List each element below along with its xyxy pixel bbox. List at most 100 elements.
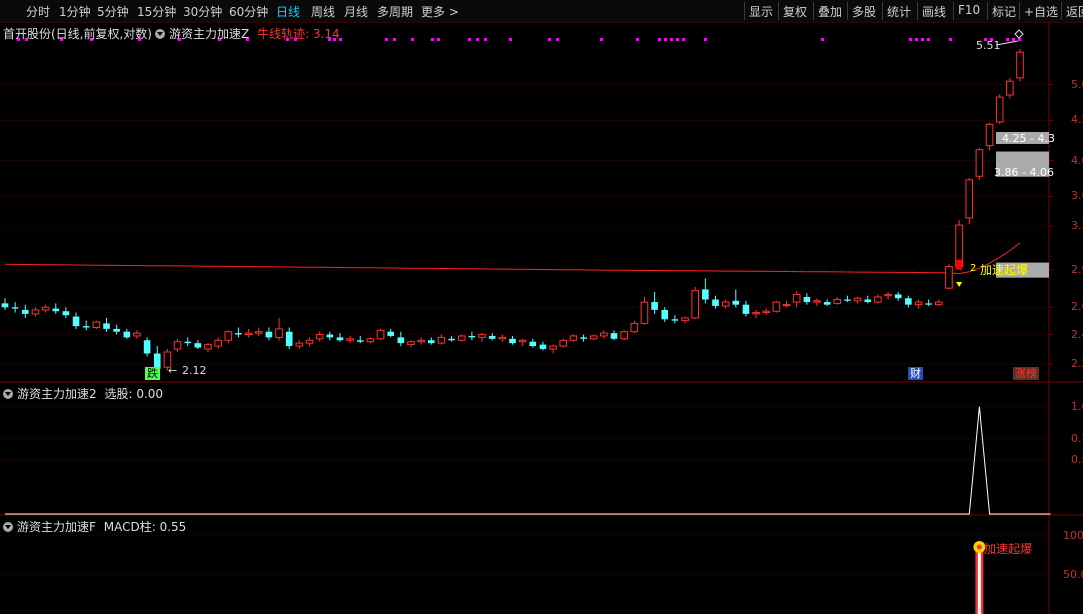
signal-dot: [468, 38, 471, 41]
signal-block: [956, 259, 963, 270]
candle-body: [864, 299, 872, 303]
candle-body: [204, 344, 212, 350]
signal-dot: [548, 38, 551, 41]
candle-body: [985, 123, 994, 147]
candle-body: [315, 334, 324, 340]
signal-label: 加速起爆: [980, 263, 1029, 277]
signal-dot: [476, 38, 479, 41]
signal-dot: [921, 38, 924, 41]
candle-body: [518, 339, 527, 343]
collapse-icon[interactable]: [155, 29, 165, 39]
y-axis-label: 5.0: [1071, 77, 1083, 91]
candle-body: [844, 299, 851, 301]
signal-dot: [411, 38, 414, 41]
signal-dot: [676, 38, 679, 41]
indicator-value: MACD柱: 0.55: [103, 520, 187, 534]
candle-body: [965, 179, 974, 219]
candle-body: [813, 300, 821, 303]
low-arrow: ←: [168, 364, 178, 377]
candle-body: [346, 338, 354, 341]
signal-dot: [927, 38, 930, 41]
diamond-icon: [1014, 29, 1024, 39]
candle-body: [721, 301, 730, 307]
zone-label-lower: 3.86 - 4.06: [994, 166, 1054, 179]
signal-arrow: [956, 282, 963, 287]
candle-body: [173, 341, 182, 350]
signal-dot: [670, 38, 673, 41]
signal-dot: [437, 38, 440, 41]
candle-body: [143, 340, 151, 354]
candle-body: [1, 303, 9, 308]
signal-dot: [949, 38, 952, 41]
signal-dot: [385, 38, 388, 41]
candle-body: [671, 319, 679, 321]
signal-dot: [393, 38, 396, 41]
candle-body: [509, 338, 516, 344]
candle-body: [184, 341, 191, 344]
candle-body: [326, 334, 334, 338]
signal-dot: [658, 38, 661, 41]
signal-dot: [915, 38, 918, 41]
y-axis-label: 2.9: [1071, 263, 1083, 277]
pane2-series-line: [5, 406, 1051, 515]
candle-body: [31, 309, 40, 315]
candle-body: [1016, 51, 1024, 79]
indicator-name: 游资主力加速Z: [169, 27, 250, 41]
marker-zhangting[interactable]: 涨榜: [1013, 367, 1039, 380]
candle-body: [428, 340, 435, 344]
candle-body: [82, 326, 90, 328]
stock-title: 首开股份(日线,前复权,对数): [3, 27, 152, 41]
candle-body: [884, 293, 892, 297]
candle-body: [651, 302, 658, 310]
candle-body: [580, 337, 587, 339]
candle-body: [1006, 80, 1014, 96]
signal-dot: [1006, 38, 1009, 41]
y-axis-label: 2.4: [1071, 327, 1083, 341]
candle-body: [417, 339, 425, 343]
candle-body: [275, 328, 283, 338]
candle-body: [397, 337, 405, 344]
candle-body: [194, 343, 202, 348]
candle-body: [123, 331, 131, 338]
signal-count: 2: [970, 263, 977, 274]
y-axis-label: 3.6: [1071, 189, 1083, 203]
collapse-icon[interactable]: [3, 389, 13, 399]
candle-body: [52, 308, 60, 312]
indicator-line-label: 牛线轨迹: 3.14: [257, 27, 340, 41]
indicator-name: 游资主力加速2: [17, 387, 97, 401]
candle-body: [742, 304, 750, 314]
candle-body: [853, 297, 862, 302]
candle-body: [833, 299, 842, 304]
candle-body: [995, 96, 1004, 123]
candle-body: [72, 316, 80, 327]
candle-body: [488, 335, 496, 339]
y-axis-label: 4.0: [1071, 153, 1083, 167]
marker-cai[interactable]: 财: [908, 367, 923, 380]
candle-body: [92, 321, 101, 329]
candle-body: [732, 300, 740, 305]
candle-body: [539, 344, 547, 350]
candle-body: [11, 307, 19, 309]
candle-body: [437, 336, 446, 344]
signal-dot: [682, 38, 685, 41]
candle-body: [224, 331, 233, 341]
signal-dot: [556, 38, 559, 41]
candle-body: [610, 333, 618, 339]
candle-body: [214, 339, 222, 347]
signal-dot: [431, 38, 434, 41]
signal-dot: [509, 38, 512, 41]
candle-body: [975, 149, 984, 177]
low-label: 2.12: [182, 364, 207, 377]
candle-body: [285, 331, 293, 347]
indicator-header-pane3: 游资主力加速F MACD柱: 0.55: [3, 518, 186, 535]
indicator-name: 游资主力加速F: [17, 520, 96, 534]
candle-body: [945, 266, 953, 289]
candle-body: [661, 309, 669, 320]
candle-body: [254, 331, 263, 334]
candle-body: [640, 301, 649, 324]
candle-body: [925, 303, 932, 305]
collapse-icon[interactable]: [3, 522, 13, 532]
y-axis-label: 100: [1063, 528, 1083, 542]
marker-die[interactable]: 跌: [145, 367, 160, 380]
candle-body: [702, 289, 709, 300]
